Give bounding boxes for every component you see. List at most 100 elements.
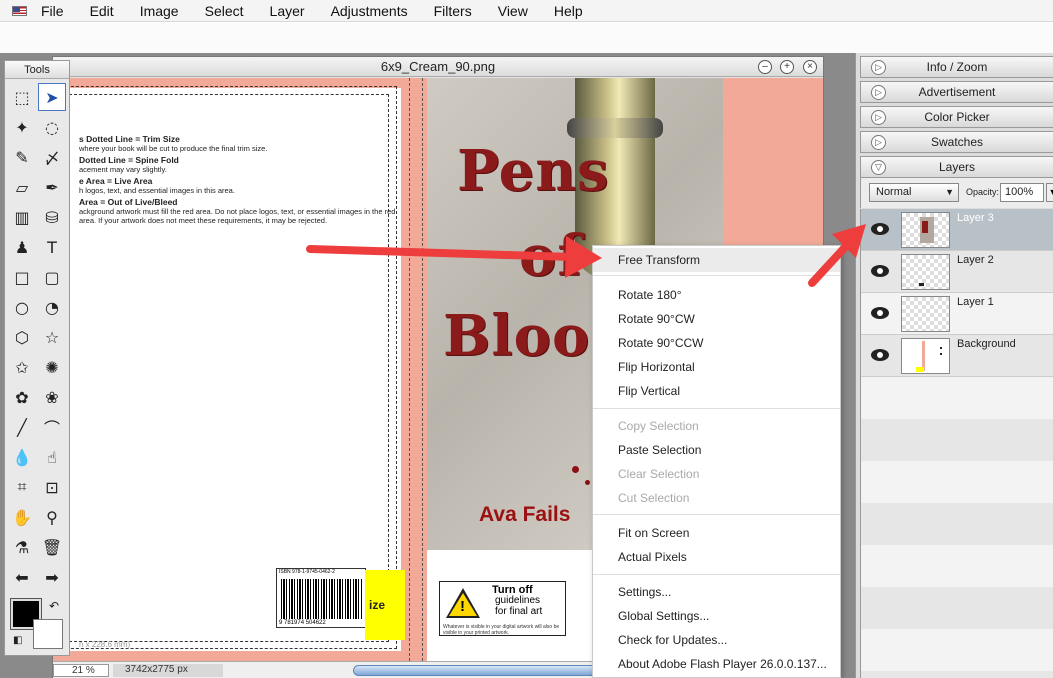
horizontal-scrollbar[interactable] [353,665,603,676]
document-titlebar[interactable]: 6x9_Cream_90.png – + × [53,57,823,77]
blend-mode-value: Normal [876,186,912,198]
undo-arrow-icon[interactable]: ⬅ [8,563,36,591]
minimize-icon[interactable]: – [758,60,772,74]
star-outline-tool-icon[interactable]: ✩ [8,353,36,381]
smudge-tool-icon[interactable]: ☝ [38,443,66,471]
eraser-tool-icon[interactable]: ▱ [8,173,36,201]
panel-color-picker-label: Color Picker [924,110,990,124]
layer-name: Background [957,338,1016,350]
layer-row-layer-1[interactable]: Layer 1 [861,293,1053,335]
menu-item-paste-selection[interactable]: Paste Selection [593,438,840,462]
background-color[interactable] [33,619,63,649]
menu-edit[interactable]: Edit [90,3,114,19]
menu-item-settings[interactable]: Settings... [593,580,840,604]
layer-row-background[interactable]: Background [861,335,1053,377]
visibility-eye-icon[interactable] [871,223,889,235]
opacity-dropdown-icon[interactable]: ▼ [1046,183,1053,202]
transform-tool-icon[interactable]: ⊡ [38,473,66,501]
menu-item-check-updates[interactable]: Check for Updates... [593,628,840,652]
close-icon[interactable]: × [803,60,817,74]
pencil-tool-icon[interactable]: ✎ [8,143,36,171]
gradient-tool-icon[interactable]: ▥ [8,203,36,231]
expand-icon[interactable]: ▷ [871,85,886,100]
ellipse-tool-icon[interactable]: ○ [8,293,36,321]
menu-select[interactable]: Select [205,3,244,19]
menu-item-copy-selection[interactable]: Copy Selection [593,414,840,438]
menu-item-global-settings[interactable]: Global Settings... [593,604,840,628]
warning-subtitle: guidelines for final art [495,595,542,617]
star-tool-icon[interactable]: ☆ [38,323,66,351]
move-tool-icon[interactable]: ➤ [38,83,66,111]
magic-wand-tool-icon[interactable]: ✦ [8,113,36,141]
swap-colors-icon[interactable]: ↶ [49,599,59,613]
menu-view[interactable]: View [498,3,528,19]
layer-row-layer-2[interactable]: Layer 2 [861,251,1053,293]
opacity-input[interactable]: 100% [1000,183,1044,202]
crop-tool-icon[interactable]: ⌗ [8,473,36,501]
brush-tool-icon[interactable]: 〆 [38,143,66,171]
menu-item-rotate-90ccw[interactable]: Rotate 90°CCW [593,331,840,355]
menu-filters[interactable]: Filters [434,3,472,19]
chevron-down-icon: ▼ [945,187,954,197]
blob-tool-icon[interactable]: ✿ [8,383,36,411]
panel-layers[interactable]: ▽ Layers [860,156,1053,178]
layer-thumbnail [901,296,950,332]
rectangle-tool-icon[interactable]: □ [8,263,36,291]
visibility-eye-icon[interactable] [871,349,889,361]
context-menu: Free Transform Rotate 180° Rotate 90°CW … [592,245,841,678]
rounded-rect-tool-icon[interactable]: ▢ [38,263,66,291]
menu-item-cut-selection[interactable]: Cut Selection [593,486,840,510]
menu-item-clear-selection[interactable]: Clear Selection [593,462,840,486]
menu-image[interactable]: Image [140,3,179,19]
menu-item-about-flash[interactable]: About Adobe Flash Player 26.0.0.137... [593,652,840,676]
menu-item-rotate-90cw[interactable]: Rotate 90°CW [593,307,840,331]
expand-icon[interactable]: ▷ [871,135,886,150]
menu-layer[interactable]: Layer [270,3,305,19]
panel-swatches[interactable]: ▷ Swatches [860,131,1053,153]
blend-mode-select[interactable]: Normal ▼ [869,183,959,202]
reset-colors-icon[interactable]: ◧ [13,635,22,646]
menu-help[interactable]: Help [554,3,583,19]
lasso-tool-icon[interactable]: ◌ [38,113,66,141]
flower-tool-icon[interactable]: ❀ [38,383,66,411]
us-flag-icon[interactable] [12,5,27,16]
menu-separator [593,275,840,276]
menu-item-actual-pixels[interactable]: Actual Pixels [593,545,840,569]
redo-arrow-icon[interactable]: ➡ [38,563,66,591]
text-tool-icon[interactable]: T [38,233,66,261]
layer-row-layer-3[interactable]: Layer 3 [861,209,1053,251]
marquee-tool-icon[interactable]: ⬚ [8,83,36,111]
zoom-field[interactable]: 21 % [53,664,109,677]
trash-tool-icon[interactable]: 🗑 [38,533,66,561]
collapse-icon[interactable]: ▽ [871,160,886,175]
menu-item-free-transform[interactable]: Free Transform [593,248,840,272]
polygon-tool-icon[interactable]: ⬡ [8,323,36,351]
pen-tool-icon[interactable]: ✒ [38,173,66,201]
pie-tool-icon[interactable]: ◔ [38,293,66,321]
menu-item-rotate-180[interactable]: Rotate 180° [593,283,840,307]
burst-tool-icon[interactable]: ✺ [38,353,66,381]
visibility-eye-icon[interactable] [871,307,889,319]
dimension-text: n x 228.6 mm) [79,640,131,649]
menu-adjustments[interactable]: Adjustments [331,3,408,19]
panel-info-zoom[interactable]: ▷ Info / Zoom [860,56,1053,78]
panel-advertisement[interactable]: ▷ Advertisement [860,81,1053,103]
menu-item-fit-on-screen[interactable]: Fit on Screen [593,521,840,545]
blur-tool-icon[interactable]: 💧 [8,443,36,471]
visibility-eye-icon[interactable] [871,265,889,277]
menu-item-flip-vertical[interactable]: Flip Vertical [593,379,840,403]
expand-icon[interactable]: ▷ [871,110,886,125]
expand-icon[interactable]: ▷ [871,60,886,75]
line-tool-icon[interactable]: ╱ [8,413,36,441]
stamp-tool-icon[interactable]: ♟ [8,233,36,261]
bucket-tool-icon[interactable]: ⛁ [38,203,66,231]
panel-color-picker[interactable]: ▷ Color Picker [860,106,1053,128]
opacity-label: Opacity: [966,187,1000,197]
hand-tool-icon[interactable]: ✋ [8,503,36,531]
eyedropper-tool-icon[interactable]: ⚗ [8,533,36,561]
zoom-tool-icon[interactable]: ⚲ [38,503,66,531]
maximize-icon[interactable]: + [780,60,794,74]
curve-tool-icon[interactable]: ⌒ [38,413,66,441]
menu-item-flip-horizontal[interactable]: Flip Horizontal [593,355,840,379]
menu-file[interactable]: File [41,3,64,19]
